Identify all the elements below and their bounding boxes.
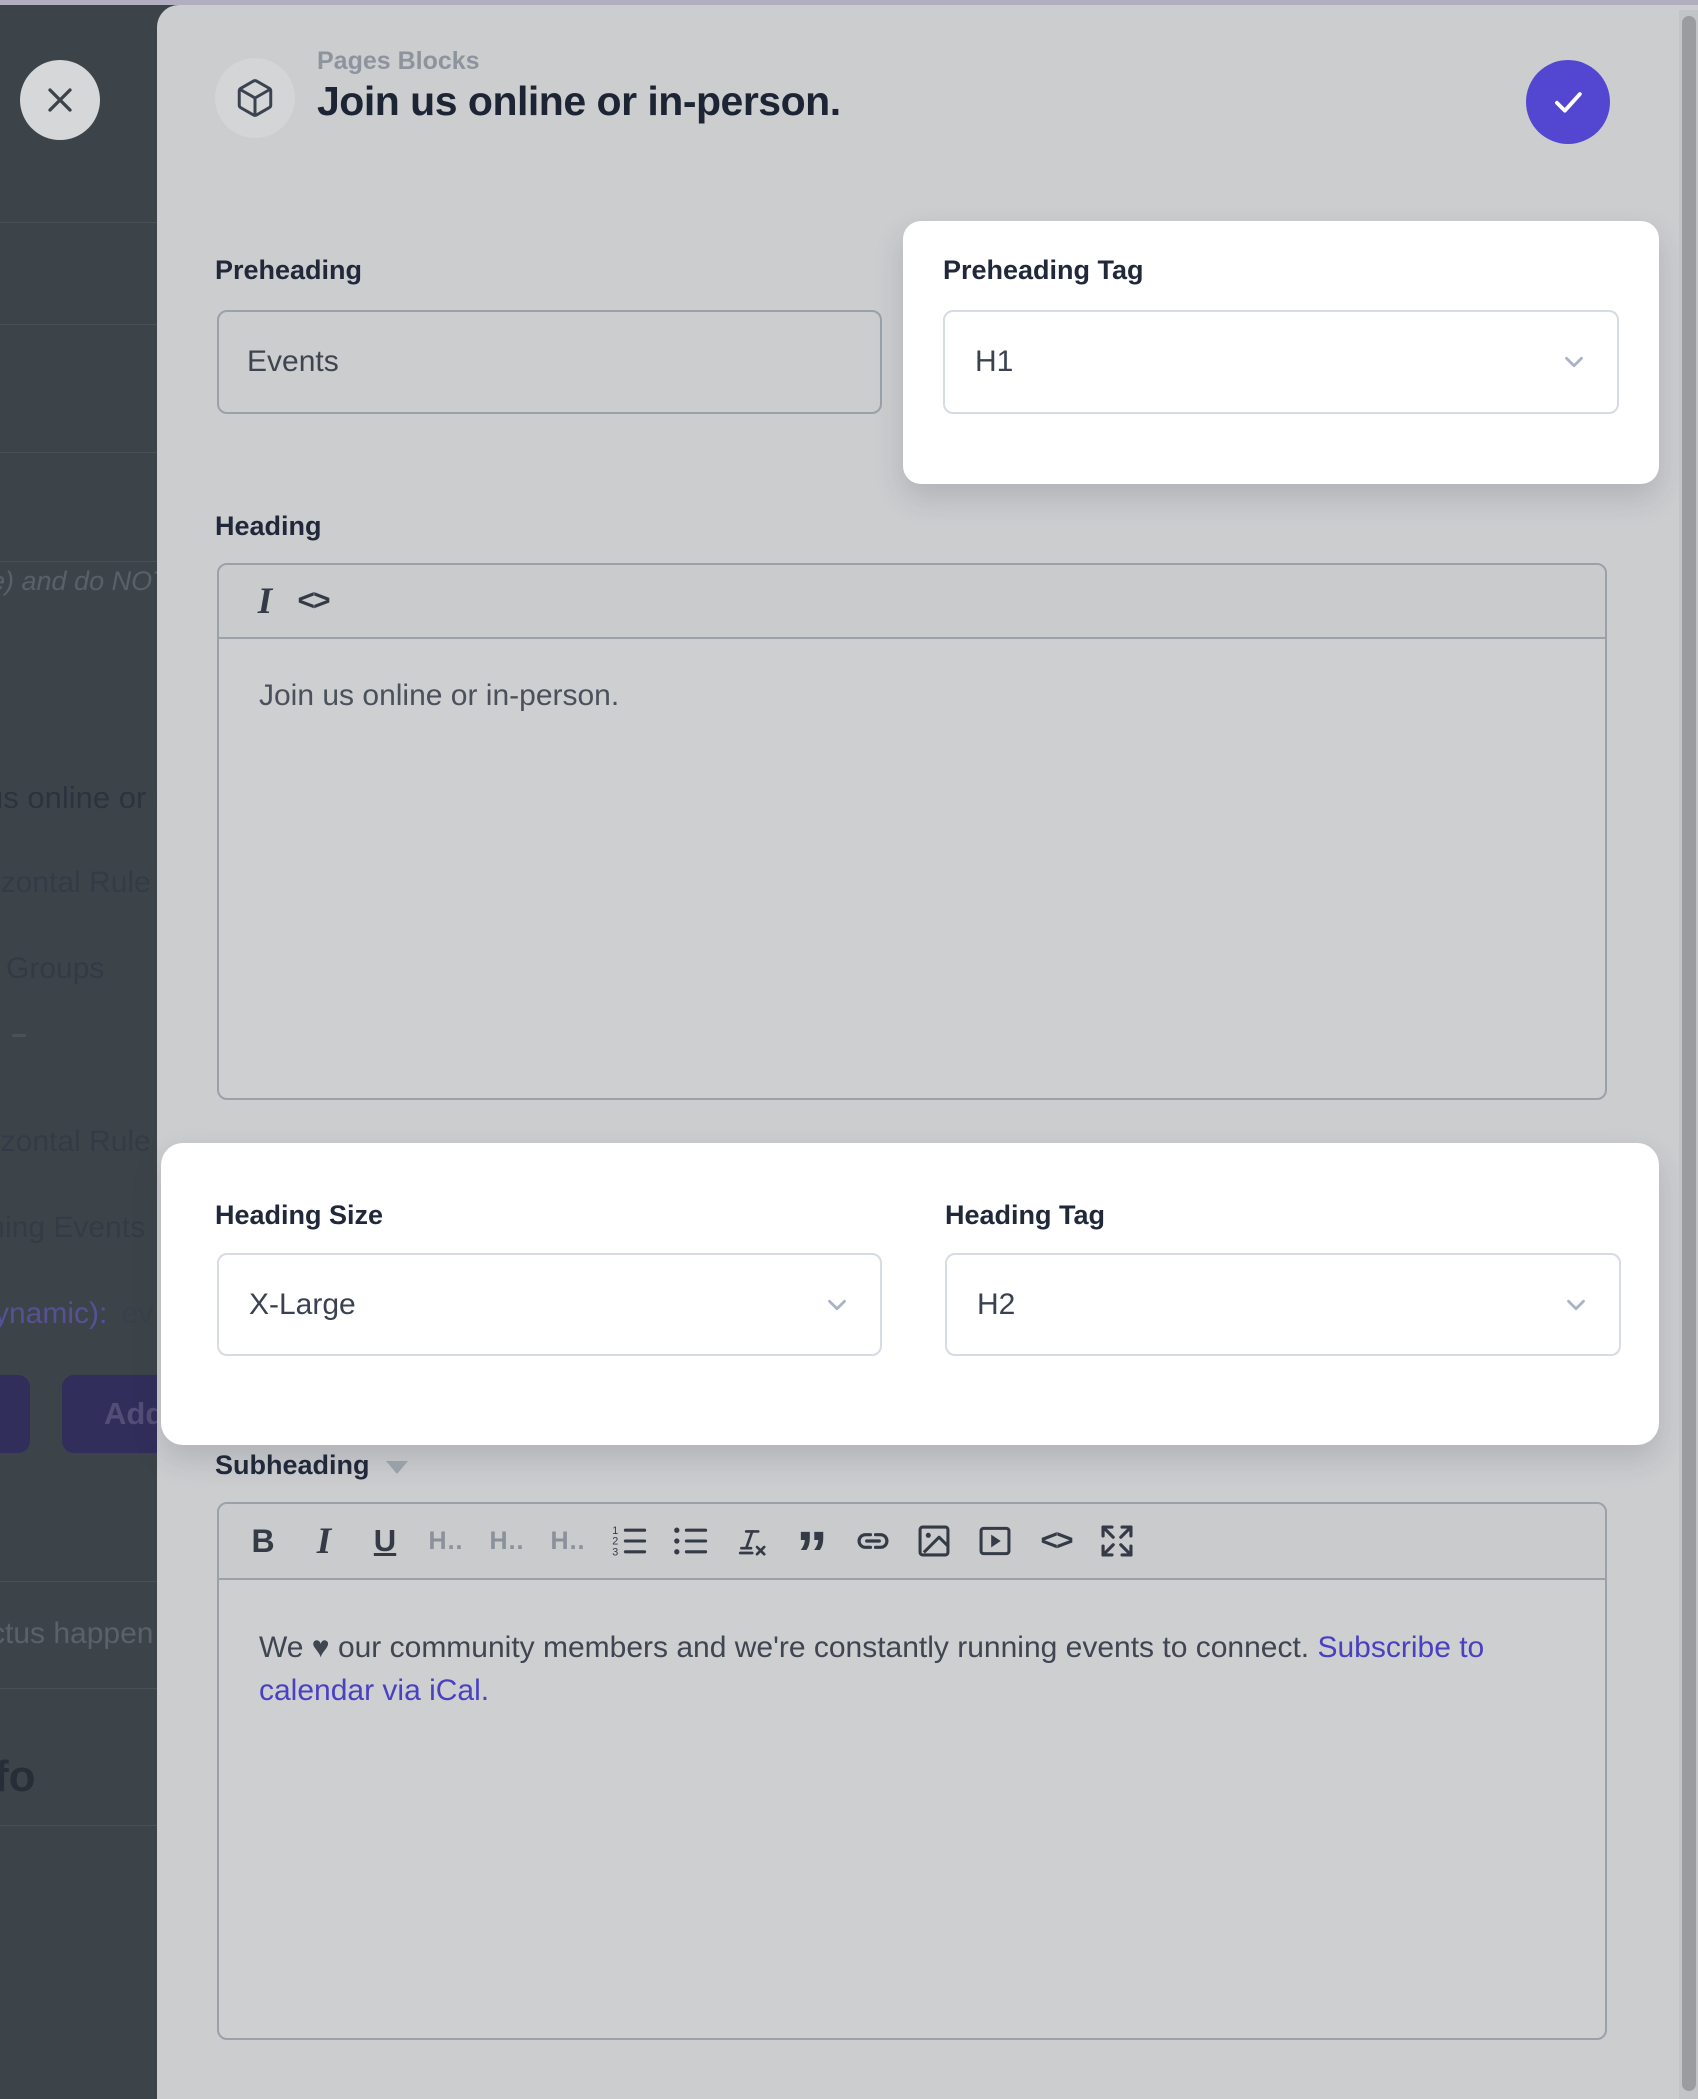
background-helper-text: e) and do NOT <box>0 566 157 597</box>
code-icon[interactable]: <> <box>293 579 333 623</box>
preheading-input[interactable]: Events <box>217 310 882 414</box>
blockquote-icon[interactable]: ” <box>792 1519 832 1563</box>
code-icon[interactable]: <> <box>1036 1519 1076 1563</box>
background-item-groups: Groups <box>6 952 104 986</box>
background-item-horizontal-rule: rizontal Rule <box>0 1125 151 1159</box>
heading-1-icon[interactable]: H.. <box>426 1519 466 1563</box>
confirm-button[interactable] <box>1526 60 1610 144</box>
divider <box>0 1581 157 1582</box>
preheading-tag-value: H1 <box>975 345 1013 379</box>
svg-text:3: 3 <box>612 1546 618 1558</box>
background-text-lectus: ctus happen <box>0 1617 153 1651</box>
italic-icon[interactable]: I <box>304 1519 344 1563</box>
link-icon[interactable] <box>853 1519 893 1563</box>
underline-icon[interactable]: U <box>365 1519 405 1563</box>
heading-tag-select[interactable]: H2 <box>945 1253 1621 1356</box>
heading-value: Join us online or in-person. <box>259 679 619 712</box>
heading-editor-toolbar: I <> <box>219 565 1605 639</box>
background-item-upcoming-events: ming Events <box>0 1211 145 1245</box>
video-icon[interactable] <box>975 1519 1015 1563</box>
subheading-label-row: Subheading <box>215 1450 408 1481</box>
divider <box>0 324 157 325</box>
block-settings-panel: Pages Blocks Join us online or in-person… <box>157 5 1698 2099</box>
bullet-list-icon[interactable] <box>670 1519 710 1563</box>
heading-size-tag-card: Heading Size X-Large Heading Tag H2 <box>161 1143 1659 1445</box>
background-item-join-us: us online or i <box>0 780 157 816</box>
subheading-label: Subheading <box>215 1450 370 1481</box>
heading-3-icon[interactable]: H.. <box>548 1519 588 1563</box>
divider <box>0 561 157 562</box>
heading-size-label: Heading Size <box>215 1200 383 1231</box>
chevron-down-icon <box>822 1290 852 1320</box>
preheading-tag-label: Preheading Tag <box>943 255 1144 286</box>
heading-tag-value: H2 <box>977 1288 1015 1322</box>
preheading-tag-card: Preheading Tag H1 <box>903 221 1659 484</box>
top-edge-strip <box>0 0 1698 5</box>
subheading-editor-content[interactable]: We ♥ our community members and we're con… <box>219 1580 1559 1712</box>
divider <box>0 222 157 223</box>
ordered-list-icon[interactable]: 1 2 3 <box>609 1519 649 1563</box>
dynamic-value: ev <box>121 1297 153 1330</box>
chevron-down-icon <box>1561 1290 1591 1320</box>
scrollbar-track[interactable] <box>1679 10 1698 2099</box>
bold-icon[interactable]: B <box>243 1519 283 1563</box>
background-button <box>0 1375 30 1453</box>
heading-editor: I <> Join us online or in-person. <box>217 563 1607 1100</box>
scrollbar-thumb[interactable] <box>1682 16 1696 2091</box>
subheading-text: We ♥ our community members and we're con… <box>259 1631 1317 1664</box>
background-item-horizontal-rule: rizontal Rule <box>0 866 151 900</box>
dimmed-background-page: e) and do NOT us online or i rizontal Ru… <box>0 0 157 2099</box>
dynamic-label: ynamic): <box>0 1297 107 1330</box>
subheading-editor: B I U H.. H.. H.. 1 2 3 <box>217 1502 1607 2040</box>
cube-icon <box>234 77 276 119</box>
divider <box>0 452 157 453</box>
heading-2-icon[interactable]: H.. <box>487 1519 527 1563</box>
check-icon <box>1549 83 1587 121</box>
background-heading-info: fo <box>0 1752 36 1802</box>
subheading-editor-toolbar: B I U H.. H.. H.. 1 2 3 <box>219 1504 1605 1580</box>
clear-formatting-icon[interactable] <box>731 1519 771 1563</box>
background-item-dynamic: ynamic): ev <box>0 1297 153 1331</box>
breadcrumb: Pages Blocks <box>317 47 480 76</box>
fullscreen-icon[interactable] <box>1097 1519 1137 1563</box>
heading-label: Heading <box>215 511 322 542</box>
preheading-value: Events <box>247 345 339 379</box>
close-button[interactable] <box>20 60 100 140</box>
screen: e) and do NOT us online or i rizontal Ru… <box>0 0 1698 2099</box>
divider <box>0 1688 157 1689</box>
chevron-down-icon <box>1559 347 1589 377</box>
image-icon[interactable] <box>914 1519 954 1563</box>
heading-tag-label: Heading Tag <box>945 1200 1105 1231</box>
heading-size-select[interactable]: X-Large <box>217 1253 882 1356</box>
background-dash <box>12 1034 26 1037</box>
close-icon <box>40 80 80 120</box>
heading-size-value: X-Large <box>249 1288 356 1322</box>
page-title: Join us online or in-person. <box>317 78 841 125</box>
caret-down-icon[interactable] <box>386 1461 408 1474</box>
heading-editor-content[interactable]: Join us online or in-person. <box>219 639 1605 753</box>
block-icon-circle <box>215 58 295 138</box>
preheading-tag-select[interactable]: H1 <box>943 310 1619 414</box>
background-add-button: Add <box>62 1375 157 1453</box>
divider <box>0 1825 157 1826</box>
preheading-label: Preheading <box>215 255 362 286</box>
italic-icon[interactable]: I <box>245 579 285 623</box>
